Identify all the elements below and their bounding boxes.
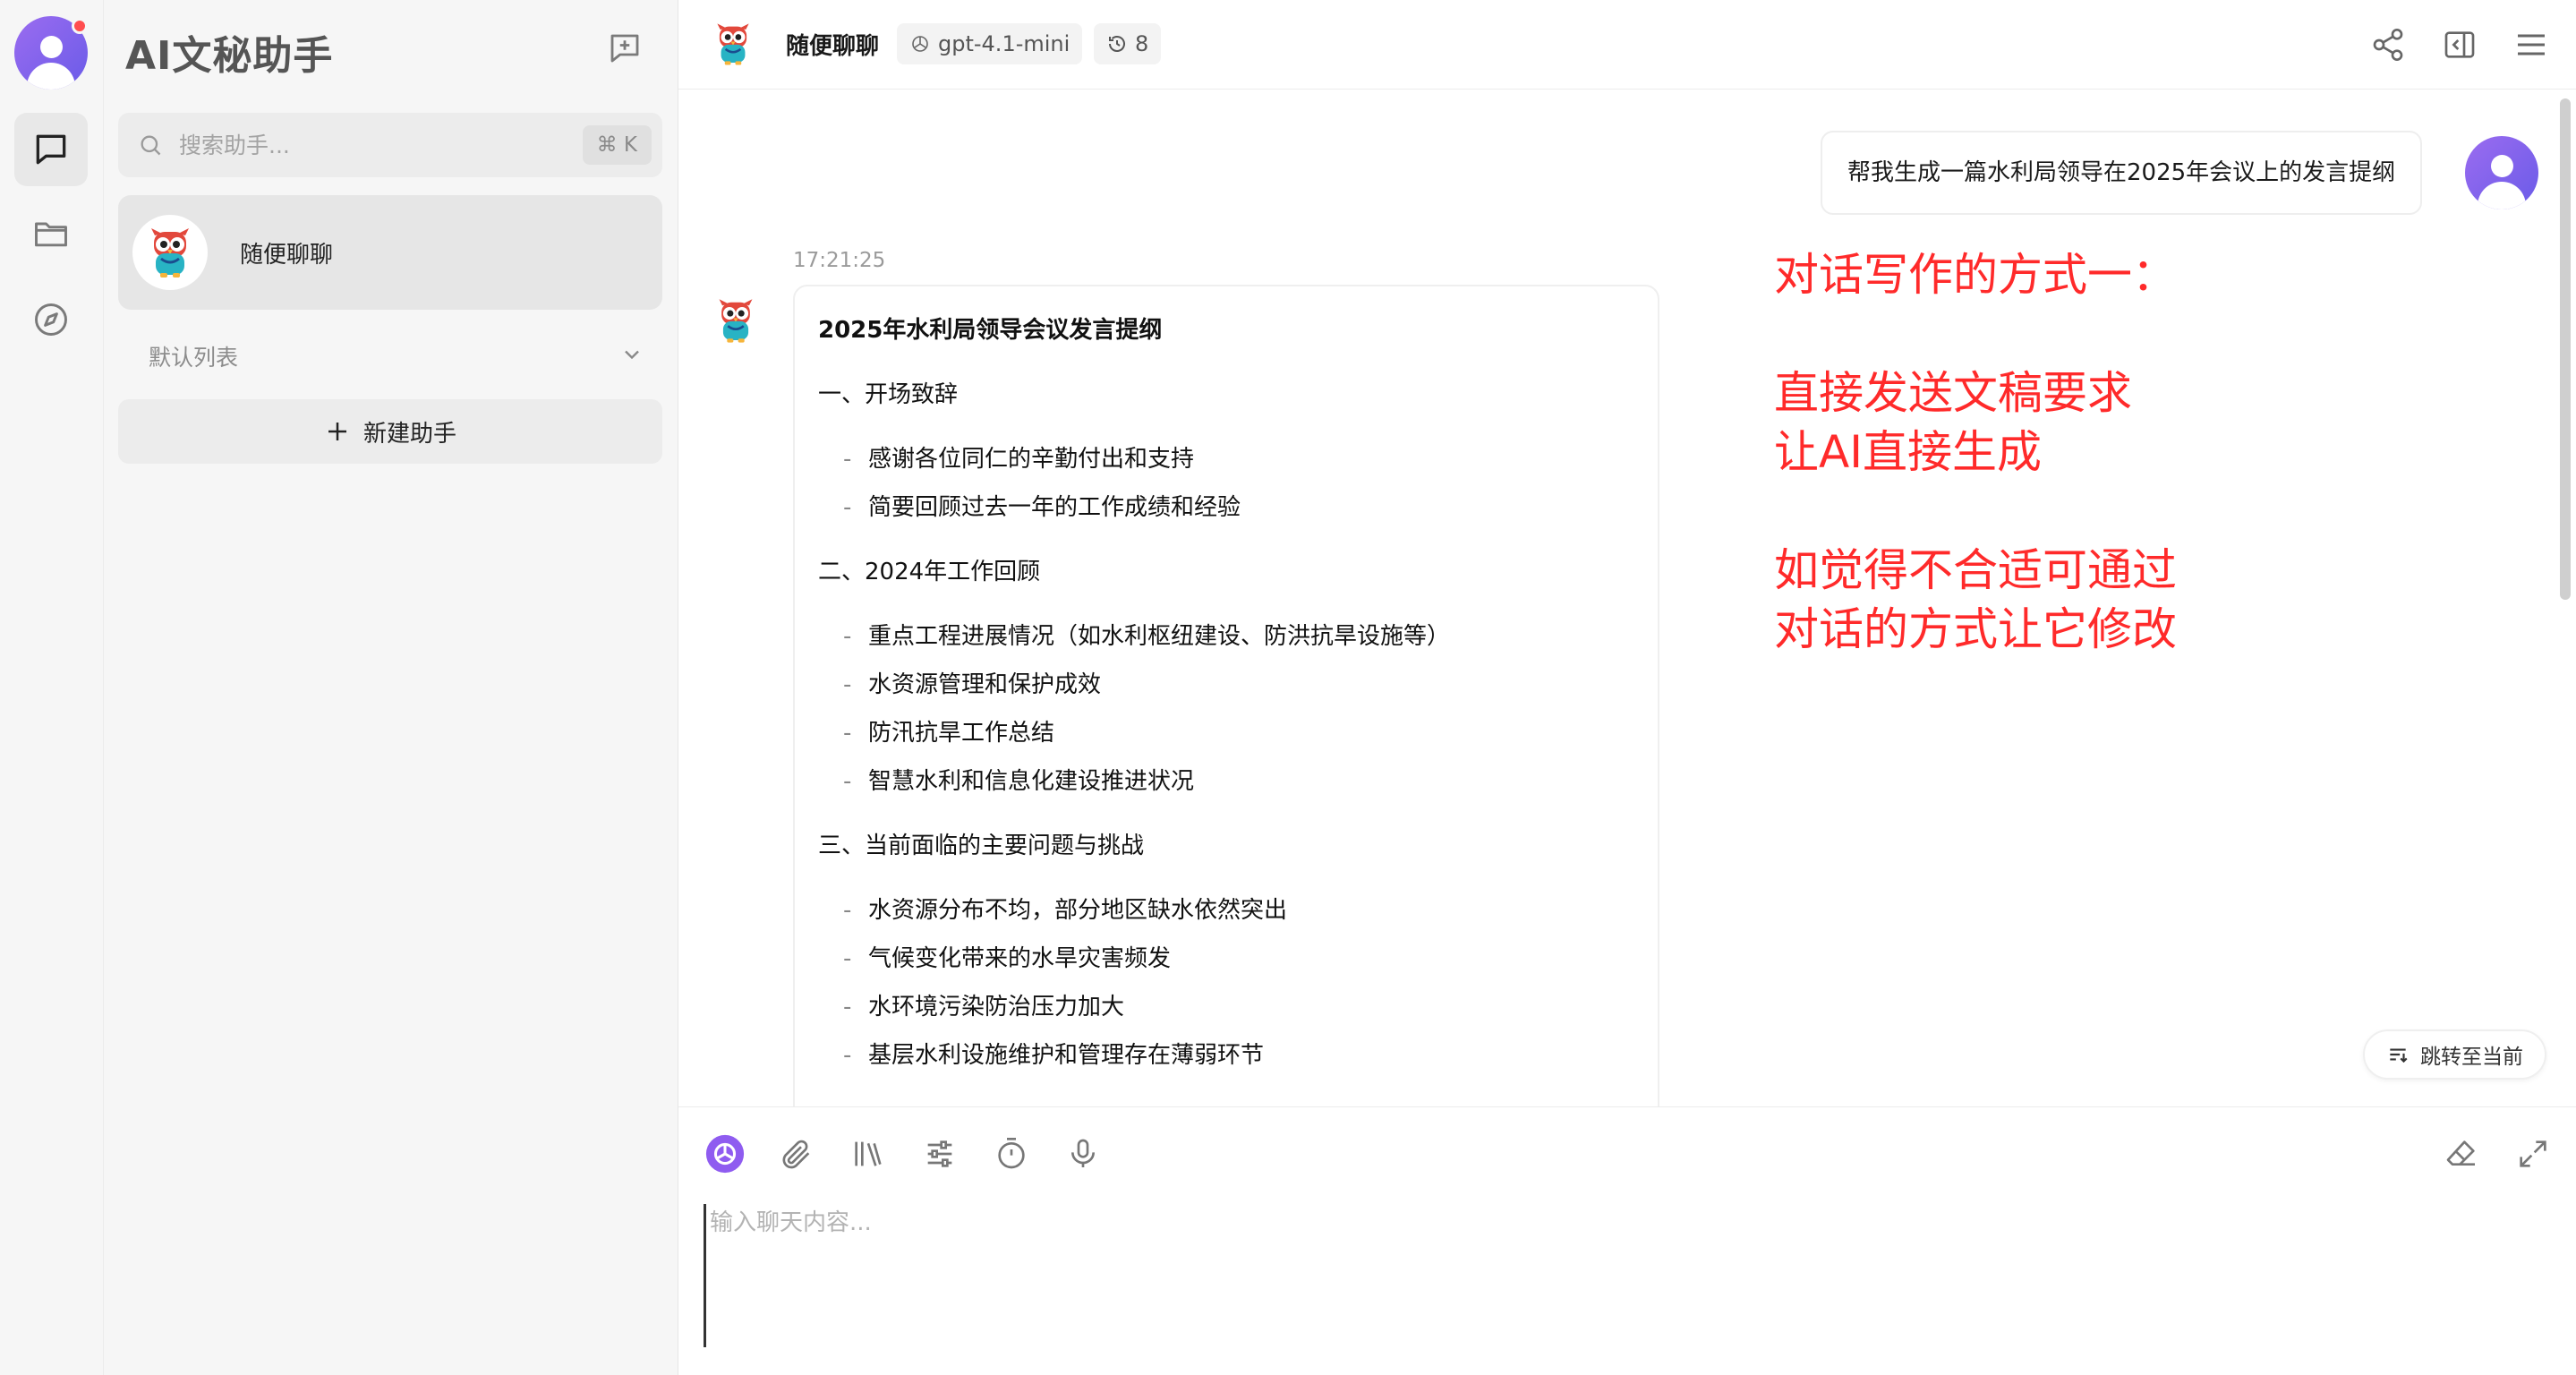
chat-scrollbar[interactable] <box>2560 98 2571 600</box>
share-icon <box>2373 29 2403 61</box>
menu-button[interactable] <box>2510 23 2553 66</box>
model-selector[interactable]: gpt-4.1-mini <box>897 23 1083 64</box>
search-input[interactable] <box>179 127 519 163</box>
model-name: gpt-4.1-mini <box>938 31 1070 56</box>
new-topic-button[interactable] <box>603 27 646 70</box>
search-shortcut-badge: ⌘ K <box>582 125 652 165</box>
list-item: - 感谢各位同仁的辛勤付出和支持 <box>843 446 1195 473</box>
list-item: - 简要回顾过去一年的工作成绩和经验 <box>843 494 1241 521</box>
chat-bubble-icon <box>36 134 66 165</box>
expand-composer-button[interactable] <box>2510 1131 2556 1177</box>
list-item: - 气候变化带来的水旱灾害频发 <box>843 945 1172 972</box>
user-message-avatar <box>2465 136 2538 209</box>
sidebar-toggle-icon <box>2444 31 2475 58</box>
discover-nav-button[interactable] <box>14 283 88 356</box>
list-item: - 基层水利设施维护和管理存在薄弱环节 <box>843 1042 1265 1069</box>
owl-icon <box>719 299 753 343</box>
eraser-icon <box>2446 1140 2475 1166</box>
assistant-message-avatar <box>716 297 766 347</box>
app-title: AI文秘助手 <box>125 33 334 79</box>
history-button[interactable]: 8 <box>1094 23 1162 64</box>
notification-dot <box>72 18 88 34</box>
list-item: - 重点工程进展情况（如水利枢纽建设、防洪抗旱设施等） <box>843 623 1451 650</box>
openai-icon <box>705 1134 745 1174</box>
plus-icon <box>328 423 346 440</box>
list-item: - 水环境污染防治压力加大 <box>843 994 1125 1021</box>
group-label: 默认列表 <box>149 345 239 371</box>
section-heading: 三、当前面临的主要问题与挑战 <box>818 833 1145 859</box>
new-chat-icon <box>610 34 639 63</box>
files-nav-button[interactable] <box>14 197 88 270</box>
assistant-name: 随便聊聊 <box>240 242 334 269</box>
assistant-search: ⌘ K <box>118 113 662 177</box>
compass-icon <box>35 303 67 336</box>
assistant-message: 2025年水利局领导会议发言提纲 一、开场致辞 - 感谢各位同仁的辛勤付出和支持 … <box>793 285 1659 1106</box>
add-assistant-button[interactable]: 新建助手 <box>118 399 662 464</box>
microphone-icon <box>1071 1139 1095 1167</box>
jump-icon <box>2390 1048 2408 1063</box>
jump-to-current-button[interactable]: 跳转至当前 <box>2363 1029 2546 1080</box>
paperclip-icon <box>782 1140 810 1169</box>
settings-sliders-button[interactable] <box>917 1131 963 1177</box>
left-rail <box>0 0 104 1375</box>
chat-messages: 帮我生成一篇水利局领导在2025年会议上的发言提纲 17:21:25 2025年… <box>678 90 2576 1106</box>
section-heading: 一、开场致辞 <box>818 381 959 408</box>
composer <box>678 1106 2576 1375</box>
assistant-panel: AI文秘助手 ⌘ K 随便聊聊 默认列表 新建助手 <box>104 0 678 1375</box>
timer-button[interactable] <box>988 1131 1035 1177</box>
chat-header: 随便聊聊 gpt-4.1-mini 8 <box>678 0 2576 90</box>
chat-nav-button[interactable] <box>14 113 88 186</box>
folder-icon <box>35 222 67 247</box>
header-assistant-avatar[interactable] <box>714 21 761 68</box>
message-timestamp: 17:21:25 <box>793 249 886 272</box>
list-item: - 水资源分布不均，部分地区缺水依然突出 <box>843 897 1288 924</box>
history-icon <box>1109 36 1125 52</box>
attach-button[interactable] <box>773 1131 820 1177</box>
openai-icon <box>912 36 928 52</box>
red-annotation: 对话写作的方式一： 直接发送文稿要求 让AI直接生成 如觉得不合适可通过 对话的… <box>1774 249 2177 655</box>
list-item: - 智慧水利和信息化建设推进状况 <box>843 768 1195 795</box>
clear-context-button[interactable] <box>2438 1131 2485 1177</box>
knowledge-base-button[interactable] <box>845 1131 891 1177</box>
chat-title: 随便聊聊 <box>786 33 880 60</box>
assistant-avatar <box>132 215 208 290</box>
menu-icon <box>2518 34 2545 56</box>
expand-icon <box>2520 1140 2546 1167</box>
assistant-item[interactable]: 随便聊聊 <box>118 195 662 310</box>
search-icon <box>141 135 161 156</box>
list-item: - 水资源管理和保护成效 <box>843 671 1102 698</box>
chat-input[interactable] <box>704 1204 2494 1347</box>
add-assistant-label: 新建助手 <box>363 420 456 448</box>
default-group-toggle[interactable]: 默认列表 <box>118 328 662 381</box>
list-item: - 防汛抗旱工作总结 <box>843 720 1055 747</box>
owl-icon <box>151 228 189 278</box>
share-button[interactable] <box>2367 23 2410 66</box>
answer-title: 2025年水利局领导会议发言提纲 <box>818 317 1163 344</box>
history-count: 8 <box>1135 31 1149 56</box>
toggle-panel-button[interactable] <box>2438 23 2481 66</box>
model-switch-button[interactable] <box>702 1131 748 1177</box>
voice-input-button[interactable] <box>1060 1131 1106 1177</box>
jump-label: 跳转至当前 <box>2420 1046 2523 1069</box>
timer-icon <box>998 1138 1025 1169</box>
chevron-down-icon <box>625 350 639 360</box>
owl-icon <box>717 23 749 65</box>
sliders-icon <box>927 1140 952 1167</box>
library-icon <box>855 1141 882 1166</box>
user-message: 帮我生成一篇水利局领导在2025年会议上的发言提纲 <box>1821 131 2423 215</box>
section-heading: 二、2024年工作回顾 <box>818 559 1041 585</box>
